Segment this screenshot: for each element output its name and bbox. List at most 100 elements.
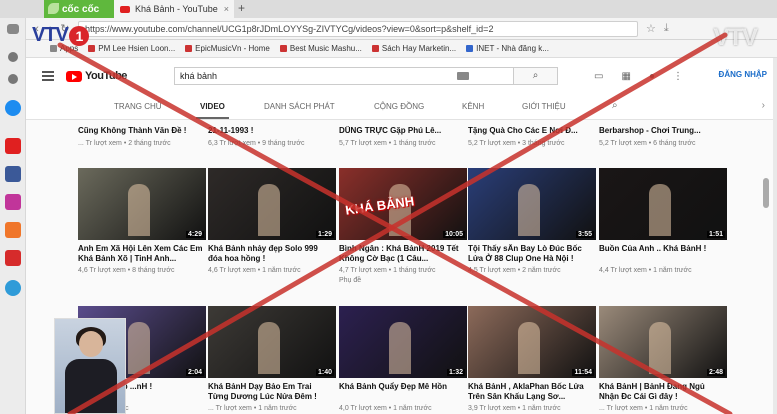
more-options-icon[interactable]: ⋮	[673, 71, 683, 82]
close-tab-icon[interactable]: ×	[224, 4, 229, 14]
youtube-shortcut-icon[interactable]	[5, 138, 21, 154]
youtube-favicon-icon	[120, 5, 130, 13]
bookmark-item[interactable]: PM Lee Hsien Loon...	[88, 44, 175, 53]
browser-tab-strip: cốc cốc Khá Bảnh - YouTube × +	[0, 0, 777, 18]
facebook-icon[interactable]	[5, 166, 21, 182]
video-meta: 4,4 Tr lượt xem • 1 năm trước	[599, 267, 692, 274]
cloud-icon[interactable]	[5, 280, 21, 296]
video-title[interactable]: Khá Bảnh nhảy đẹp Solo 999 đóa hoa hồng …	[208, 244, 334, 264]
download-icon[interactable]: ⤓	[664, 22, 669, 35]
brand-tab-label: cốc cốc	[62, 3, 100, 15]
video-thumbnail[interactable]: 3:55	[468, 168, 596, 240]
video-caption-badge: Phụ đề	[339, 277, 362, 284]
video-title[interactable]: Khá Bảnh Quẩy Đẹp Mê Hồn	[339, 382, 465, 402]
tab-about[interactable]: GIỚI THIỆU	[522, 102, 566, 111]
messages-icon[interactable]: ●	[649, 71, 655, 82]
hamburger-menu-icon[interactable]	[42, 69, 54, 83]
video-title[interactable]: Anh Em Xã Hội Lên Xem Các Em Khá Bảnh Xõ…	[78, 244, 204, 264]
chevron-right-icon[interactable]: ›	[762, 100, 765, 111]
interpreter-body	[65, 359, 117, 413]
video-title[interactable]: DŨNG TRỰC Gặp Phú Lê...	[339, 126, 465, 136]
coccoc-brand-tab[interactable]: cốc cốc	[44, 0, 114, 18]
instagram-icon[interactable]	[5, 194, 21, 210]
thumbnail-figure	[128, 184, 150, 236]
video-thumbnail[interactable]: 1:32	[339, 306, 467, 378]
search-input[interactable]: khá bảnh	[174, 67, 514, 85]
tab-youtube[interactable]: Khá Bảnh - YouTube ×	[114, 0, 234, 18]
shopping-icon[interactable]	[5, 222, 21, 238]
video-meta: ... Tr lượt xem • 2 tháng trước	[78, 140, 171, 147]
coccoc-logo-icon	[48, 3, 59, 14]
bookmark-icon	[279, 45, 287, 52]
tab-community[interactable]: CỘNG ĐỒNG	[374, 102, 424, 111]
panel-toggle-icon[interactable]	[7, 24, 19, 34]
video-thumbnail[interactable]: 11:54	[468, 306, 596, 378]
channel-search-icon[interactable]: ⌕	[612, 100, 618, 111]
bookmark-item[interactable]: INET - Nhà đăng k...	[466, 44, 549, 53]
search-icon: ⌕	[532, 70, 539, 81]
video-title[interactable]: 21-11-1993 !	[208, 126, 334, 136]
tab-channels[interactable]: KÊNH	[462, 102, 484, 111]
video-meta: 4,7 Tr lượt xem • 1 tháng trước	[339, 267, 436, 274]
video-title[interactable]: Bình Ngân : Khá BảnH 2019 Tết Không Cờ B…	[339, 244, 465, 264]
video-thumbnail[interactable]: KHÁ BẢNH 10:05	[339, 168, 467, 240]
video-thumbnail[interactable]: 4:29	[78, 168, 206, 240]
video-duration: 1:40	[315, 369, 334, 376]
vtv-watermark: VTV	[713, 24, 758, 51]
bookmark-star-icon[interactable]: ☆	[646, 22, 656, 35]
video-duration: 1:29	[315, 231, 334, 238]
video-thumbnail[interactable]: 2:48	[599, 306, 727, 378]
messenger-icon[interactable]	[5, 100, 21, 116]
thumbnail-figure	[128, 322, 150, 374]
bookmark-item[interactable]: Best Music Mashu...	[279, 44, 362, 53]
video-thumbnail[interactable]: 1:51	[599, 168, 727, 240]
scrollbar-thumb[interactable]	[763, 178, 769, 208]
tab-title: Khá Bảnh - YouTube	[135, 4, 218, 14]
news-icon[interactable]	[5, 250, 21, 266]
video-title[interactable]: Berbarshop - Chơi Trung...	[599, 126, 725, 136]
bookmark-icon	[371, 45, 379, 52]
video-title[interactable]: Cũng Không Thành Văn Đề !	[78, 126, 204, 136]
bookmark-item[interactable]: EpicMusicVn - Home	[185, 44, 270, 53]
video-title[interactable]: Tội Thấy sÂn Bay Lò Đúc Bốc Lửa Ở 88 Clu…	[468, 244, 594, 264]
search-button[interactable]: ⌕	[514, 67, 558, 85]
thumbnail-figure	[258, 322, 280, 374]
video-thumbnail[interactable]: 1:29	[208, 168, 336, 240]
interpreter-face	[79, 331, 103, 357]
address-bar: ‹ › ↻ https://www.youtube.com/channel/UC…	[0, 18, 777, 40]
video-title[interactable]: Khá BảnH , AklaPhan Bốc Lửa Trên Sân Khấ…	[468, 382, 594, 402]
tab-videos[interactable]: VIDEO	[196, 102, 229, 119]
settings-icon[interactable]	[8, 52, 18, 62]
youtube-logo[interactable]: YouTube	[66, 70, 127, 82]
upload-video-icon[interactable]: ▭	[594, 71, 603, 82]
video-thumbnail[interactable]: 1:40	[208, 306, 336, 378]
channel-tabs: TRANG CHỦ VIDEO DANH SÁCH PHÁT CỘNG ĐỒNG…	[26, 94, 773, 120]
header-icons: ▭ ▦ ● ⋮	[594, 71, 683, 82]
video-duration: 1:32	[446, 369, 465, 376]
extension-icon[interactable]	[8, 74, 18, 84]
video-duration: 11:54	[572, 369, 594, 376]
video-meta: 5,2 Tr lượt xem • 3 tháng trước	[468, 140, 565, 147]
bookmark-item[interactable]: Sách Hay Marketin...	[371, 44, 456, 53]
keyboard-icon[interactable]	[457, 72, 469, 80]
video-title[interactable]: Khá BảnH | BảnH Đang Ngủ Nhận Đc Cái Gì …	[599, 382, 725, 402]
video-meta: 5,2 Tr lượt xem • 6 tháng trước	[599, 140, 696, 147]
video-meta: 4,0 Tr lượt xem • 1 năm trước	[339, 405, 432, 412]
video-meta: 4,5 Tr lượt xem • 2 năm trước	[468, 267, 561, 274]
tab-home[interactable]: TRANG CHỦ	[114, 102, 162, 111]
tab-playlists[interactable]: DANH SÁCH PHÁT	[264, 102, 335, 111]
video-title[interactable]: Buồn Của Anh .. Khá BảnH !	[599, 244, 725, 264]
video-meta: 3,9 Tr lượt xem • 1 năm trước	[468, 405, 561, 412]
bookmark-icon	[466, 45, 474, 52]
video-meta: 4,6 Tr lượt xem • 1 năm trước	[208, 267, 301, 274]
bookmarks-bar: Apps PM Lee Hsien Loon... EpicMusicVn - …	[24, 40, 777, 58]
search-value: khá bảnh	[180, 71, 218, 81]
video-title[interactable]: Tặng Quà Cho Các E Nơi Đ...	[468, 126, 594, 136]
apps-grid-icon[interactable]: ▦	[622, 71, 631, 82]
video-title[interactable]: Khá BảnH Dạy Bảo Em Trai Từng Dương Lúc …	[208, 382, 334, 402]
url-input[interactable]: https://www.youtube.com/channel/UCG1p8rJ…	[78, 20, 638, 37]
video-meta: 5,7 Tr lượt xem • 1 tháng trước	[339, 140, 436, 147]
login-button[interactable]: ĐĂNG NHẬP	[719, 70, 767, 79]
video-duration: 3:55	[575, 231, 594, 238]
new-tab-button[interactable]: +	[238, 1, 245, 15]
